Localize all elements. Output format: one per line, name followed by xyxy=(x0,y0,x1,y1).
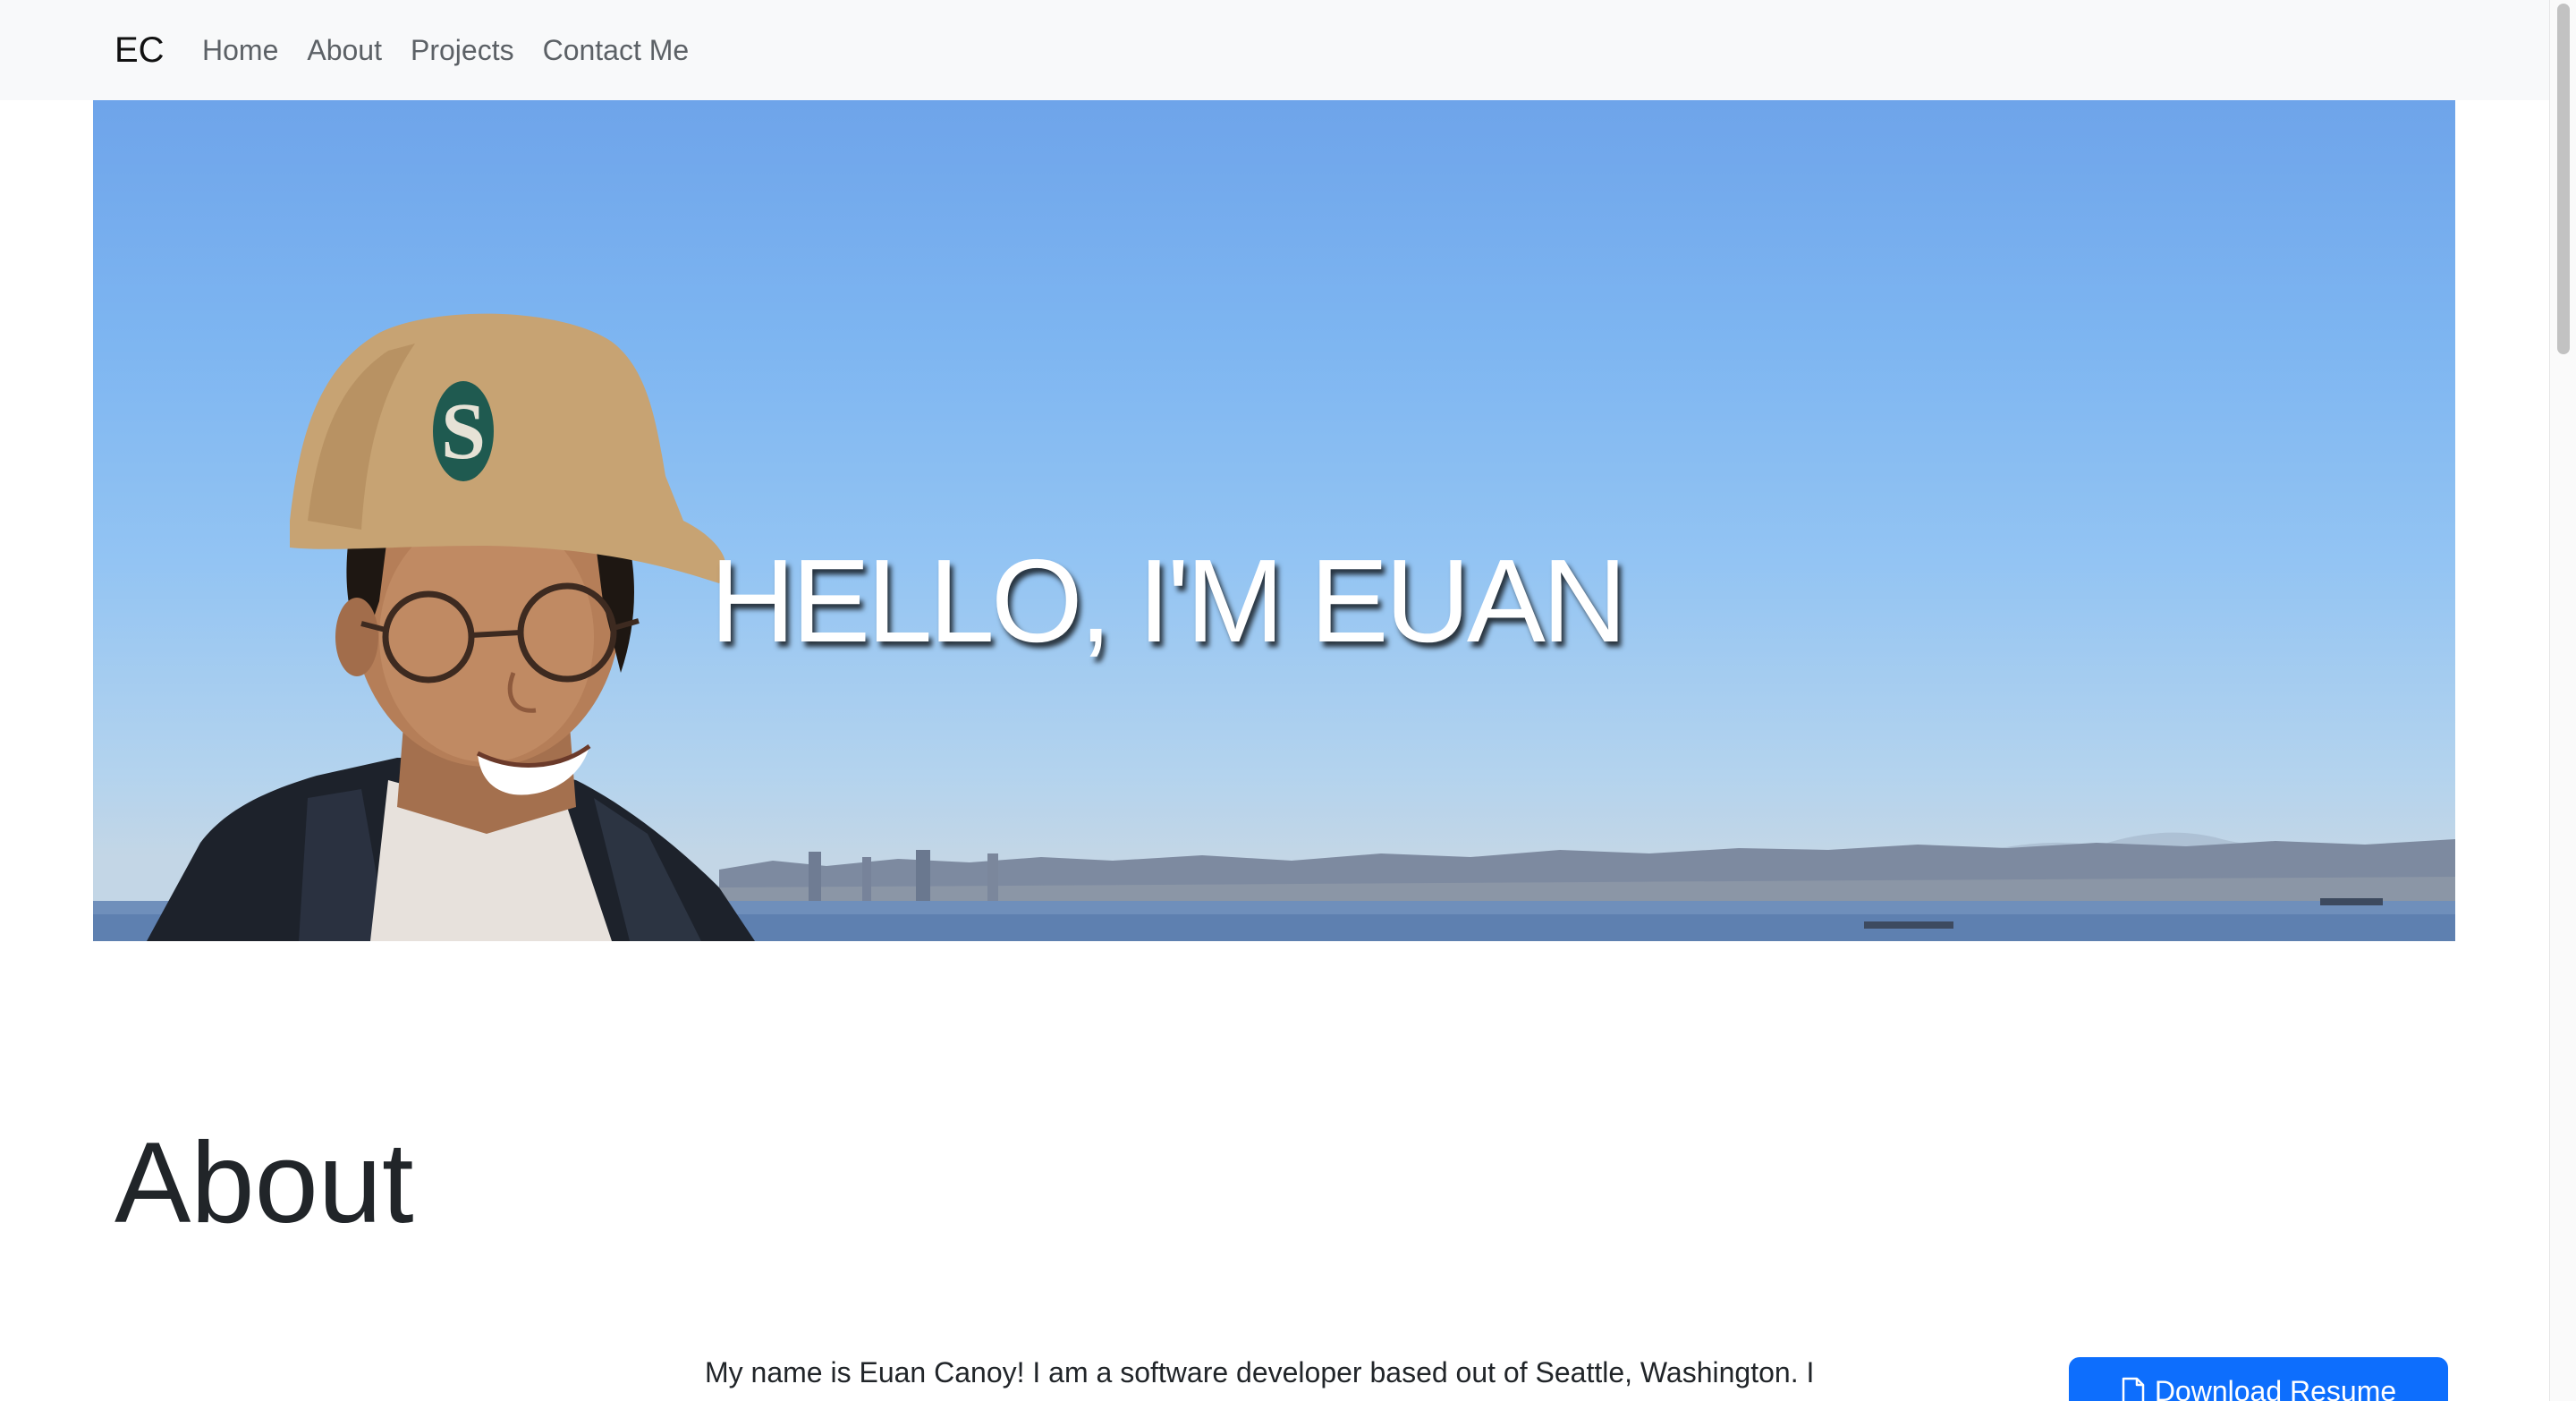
download-resume-label: Download Resume xyxy=(2154,1375,2397,1401)
nav-link-home[interactable]: Home xyxy=(202,25,292,75)
svg-text:S: S xyxy=(441,387,486,476)
nav-links: Home About Projects Contact Me xyxy=(202,25,703,75)
hero-banner: S HELLO, I'M EUAN xyxy=(93,100,2455,941)
scrollbar-thumb[interactable] xyxy=(2557,4,2570,354)
hero-title: HELLO, I'M EUAN xyxy=(709,535,1627,667)
brand-logo[interactable]: EC xyxy=(114,25,165,75)
nav-link-about[interactable]: About xyxy=(292,25,396,75)
page: EC Home About Projects Contact Me S HELL… xyxy=(0,0,2576,1401)
about-text: My name is Euan Canoy! I am a software d… xyxy=(705,1356,1815,1388)
hero-photo: S xyxy=(93,313,2455,941)
download-resume-button[interactable]: Download Resume xyxy=(2069,1357,2448,1401)
nav-link-contact[interactable]: Contact Me xyxy=(529,25,704,75)
nav-link-projects[interactable]: Projects xyxy=(396,25,529,75)
navbar: EC Home About Projects Contact Me xyxy=(0,0,2549,100)
vertical-scrollbar[interactable] xyxy=(2549,0,2576,1401)
about-heading: About xyxy=(114,1119,414,1247)
file-icon xyxy=(2122,1377,2145,1401)
